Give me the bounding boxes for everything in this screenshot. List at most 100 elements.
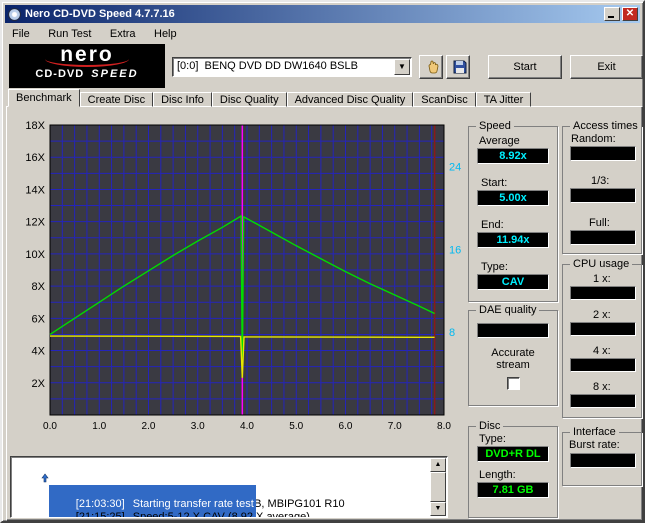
- window-title: Nero CD-DVD Speed 4.7.7.16: [25, 8, 175, 20]
- type-value: CAV: [477, 274, 549, 290]
- svg-text:12X: 12X: [25, 217, 45, 229]
- menu-file[interactable]: File: [5, 26, 37, 43]
- cpu-1x-value: [570, 286, 636, 300]
- log-row[interactable]: [21:15:25]Elapsed Time: 11:54: [31, 498, 234, 511]
- svg-text:8.0: 8.0: [437, 421, 451, 432]
- random-value: [570, 146, 636, 161]
- exit-button[interactable]: Exit: [570, 55, 643, 79]
- burst-rate-label: Burst rate:: [569, 439, 620, 451]
- svg-text:8: 8: [449, 327, 455, 339]
- svg-text:4X: 4X: [32, 346, 46, 358]
- tab-disc-quality[interactable]: Disc Quality: [211, 92, 287, 107]
- svg-text:24: 24: [449, 161, 461, 173]
- svg-text:10X: 10X: [25, 249, 45, 261]
- logo-text-cddvd: CD-DVD: [35, 68, 85, 80]
- accurate-stream-checkbox[interactable]: [507, 377, 520, 390]
- menu-bar: File Run Test Extra Help: [5, 24, 640, 41]
- cpu-1x-label: 1 x:: [593, 273, 611, 285]
- drive-select[interactable]: [0:0] BENQ DVD DD DW1640 BSLB: [172, 57, 412, 77]
- cpu-2x-value: [570, 322, 636, 336]
- dae-quality-group-title: DAE quality: [476, 304, 540, 316]
- tab-ta-jitter[interactable]: TA Jitter: [475, 92, 532, 107]
- svg-text:1.0: 1.0: [92, 421, 106, 432]
- disc-length-value: 7.81 GB: [477, 482, 549, 498]
- burst-rate-value: [570, 453, 636, 468]
- save-icon: [453, 60, 466, 73]
- random-label: Random:: [571, 133, 616, 145]
- disc-length-label: Length:: [479, 469, 516, 481]
- log-row[interactable]: [21:03:30] Starting transfer rate test: [31, 472, 256, 517]
- cpu-usage-group: CPU usage 1 x: 2 x: 4 x: 8 x:: [562, 258, 642, 418]
- options-button[interactable]: [419, 55, 443, 79]
- log-line: [21:15:25]Elapsed Time: 11:54: [49, 511, 234, 517]
- log-row[interactable]: [21:03:08]Disc: DVD+R DL, 7.81 GB, MBIPG…: [31, 459, 347, 510]
- svg-text:18X: 18X: [25, 120, 45, 132]
- log-row[interactable]: [21:15:25] Speed:5-12 X CAV (8.92 X avera…: [31, 485, 312, 517]
- dae-quality-value: [477, 323, 549, 338]
- svg-text:6.0: 6.0: [339, 421, 353, 432]
- minimize-button[interactable]: [604, 7, 620, 21]
- menu-help[interactable]: Help: [147, 26, 184, 43]
- start-value: 5.00x: [477, 190, 549, 206]
- end-label: End:: [481, 219, 504, 231]
- hand-icon: [428, 60, 438, 73]
- dropdown-arrow-icon[interactable]: [394, 59, 410, 75]
- nero-logo: nero CD-DVD SPEED: [9, 44, 165, 88]
- logo-text-speed: SPEED: [91, 68, 139, 80]
- end-value: 11.94x: [477, 232, 549, 248]
- save-button[interactable]: [446, 55, 470, 79]
- cpu-2x-label: 2 x:: [593, 309, 611, 321]
- scroll-down-icon[interactable]: [430, 502, 446, 516]
- svg-text:6X: 6X: [32, 313, 46, 325]
- svg-text:14X: 14X: [25, 184, 45, 196]
- logo-swoosh: [45, 51, 129, 67]
- disc-group-title: Disc: [476, 420, 504, 432]
- scrollbar-thumb[interactable]: [430, 472, 446, 502]
- type-label: Type:: [481, 261, 508, 273]
- svg-text:2.0: 2.0: [142, 421, 156, 432]
- log-scrollbar[interactable]: [430, 458, 446, 516]
- svg-text:16: 16: [449, 244, 461, 256]
- logo-subtitle: CD-DVD SPEED: [9, 66, 165, 82]
- tab-benchmark[interactable]: Benchmark: [8, 89, 80, 107]
- tab-scandisc[interactable]: ScanDisc: [413, 92, 476, 107]
- tab-advanced-disc-quality[interactable]: Advanced Disc Quality: [286, 92, 414, 107]
- cpu-4x-value: [570, 358, 636, 372]
- average-value: 8.92x: [477, 148, 549, 164]
- benchmark-chart: 2X 4X 6X 8X 10X 12X 14X 16X 18X 8 16 24 0.0 1.0 2.0 3.0…: [25, 120, 461, 432]
- svg-text:3.0: 3.0: [191, 421, 205, 432]
- tab-strip: Benchmark Create Disc Disc Info Disc Qualit…: [8, 89, 532, 107]
- tab-disc-info[interactable]: Disc Info: [153, 92, 212, 107]
- app-window: Nero CD-DVD Speed 4.7.7.16 File Run Test…: [0, 0, 645, 523]
- interface-group: Interface Burst rate:: [562, 426, 642, 486]
- access-times-group: Access times Random: 1/3: Full:: [562, 120, 642, 254]
- title-bar[interactable]: Nero CD-DVD Speed 4.7.7.16: [5, 5, 640, 23]
- cpu-usage-group-title: CPU usage: [570, 258, 633, 270]
- menu-run-test[interactable]: Run Test: [41, 26, 98, 43]
- disc-type-label: Type:: [479, 433, 506, 445]
- scroll-up-icon[interactable]: [430, 458, 446, 472]
- cpu-4x-label: 4 x:: [593, 345, 611, 357]
- disc-group: Disc Type: DVD+R DL Length: 7.81 GB: [468, 420, 558, 518]
- average-label: Average: [479, 135, 520, 147]
- dae-quality-group: DAE quality Accurate stream: [468, 304, 558, 406]
- svg-text:0.0: 0.0: [43, 421, 57, 432]
- start-button[interactable]: Start: [488, 55, 562, 79]
- svg-text:2X: 2X: [32, 378, 46, 390]
- full-label: Full:: [589, 217, 610, 229]
- disc-type-value: DVD+R DL: [477, 446, 549, 462]
- access-times-group-title: Access times: [570, 120, 641, 132]
- menu-extra[interactable]: Extra: [103, 26, 143, 43]
- close-button[interactable]: [622, 7, 638, 21]
- svg-text:4.0: 4.0: [240, 421, 254, 432]
- speed-group-title: Speed: [476, 120, 514, 132]
- drive-select-value: [0:0] BENQ DVD DD DW1640 BSLB: [177, 60, 358, 72]
- accurate-stream-label-line1: Accurate: [491, 347, 535, 359]
- interface-group-title: Interface: [570, 426, 619, 438]
- tab-create-disc[interactable]: Create Disc: [79, 92, 154, 107]
- svg-text:5.0: 5.0: [289, 421, 303, 432]
- cpu-8x-label: 8 x:: [593, 381, 611, 393]
- svg-text:8X: 8X: [32, 281, 46, 293]
- app-icon: [8, 7, 21, 21]
- log-list[interactable]: [21:03:08]Disc: DVD+R DL, 7.81 GB, MBIPG…: [10, 456, 448, 518]
